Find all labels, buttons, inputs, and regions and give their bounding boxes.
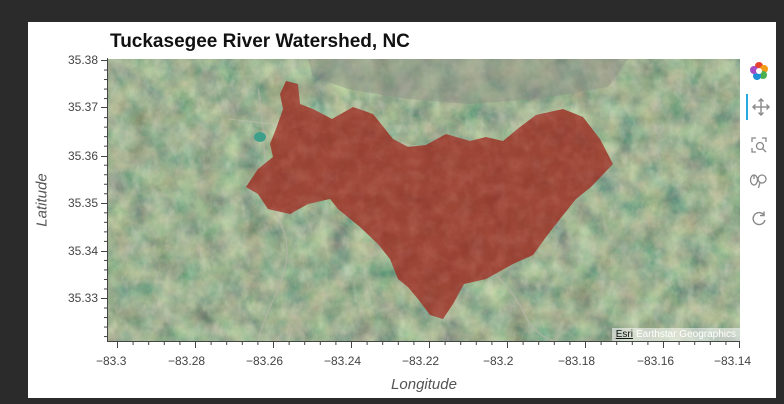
attribution-text: Earthstar Geographics xyxy=(635,329,736,340)
x-tick-label: −83.14 xyxy=(714,354,752,368)
y-tick-label: 35.38 xyxy=(67,53,98,67)
satellite-basemap xyxy=(108,59,740,341)
wheel-zoom-icon[interactable] xyxy=(746,168,772,194)
pan-icon[interactable] xyxy=(746,94,774,120)
y-tick-label: 35.35 xyxy=(67,196,98,210)
bokeh-logo-icon[interactable] xyxy=(746,58,772,84)
y-tick-label: 35.34 xyxy=(67,244,98,258)
x-tick-label: −83.3 xyxy=(96,354,127,368)
y-tick-label: 35.36 xyxy=(67,149,98,163)
y-axis-title: Latitude xyxy=(33,173,51,227)
x-tick-label: −83.28 xyxy=(168,354,206,368)
reset-icon[interactable] xyxy=(746,206,772,232)
x-tick-label: −83.16 xyxy=(637,354,675,368)
map-plot-area[interactable]: Esri Earthstar Geographics xyxy=(108,59,740,341)
x-axis-title: Longitude xyxy=(391,376,457,393)
box-zoom-icon[interactable] xyxy=(746,132,772,158)
x-tick-label: −83.2 xyxy=(483,354,514,368)
map-attribution: Esri Earthstar Geographics xyxy=(611,328,740,341)
esri-link[interactable]: Esri xyxy=(616,329,633,340)
plot-title: Tuckasegee River Watershed, NC xyxy=(110,31,410,52)
x-tick-label: −83.24 xyxy=(324,354,362,368)
x-tick-label: −83.18 xyxy=(558,354,596,368)
y-tick-label: 35.33 xyxy=(67,291,98,305)
x-tick-label: −83.26 xyxy=(246,354,284,368)
x-tick-label: −83.22 xyxy=(402,354,440,368)
y-tick-label: 35.37 xyxy=(67,100,98,114)
plot-toolbar xyxy=(742,56,776,236)
